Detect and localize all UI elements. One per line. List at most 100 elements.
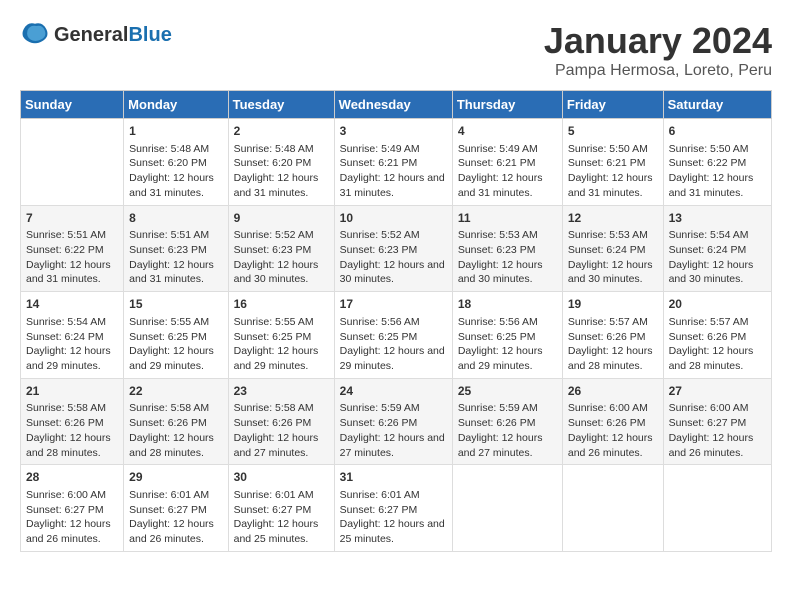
sunrise-text: Sunrise: 5:55 AM bbox=[129, 315, 222, 330]
logo-icon bbox=[20, 20, 50, 50]
calendar-cell: 11Sunrise: 5:53 AMSunset: 6:23 PMDayligh… bbox=[452, 205, 562, 292]
logo-blue: Blue bbox=[128, 24, 171, 46]
sunrise-text: Sunrise: 5:50 AM bbox=[669, 142, 766, 157]
title-block: January 2024 Pampa Hermosa, Loreto, Peru bbox=[544, 20, 772, 80]
day-number: 1 bbox=[129, 123, 222, 140]
daylight-text: Daylight: 12 hours and 26 minutes. bbox=[568, 431, 658, 460]
header-row: Sunday Monday Tuesday Wednesday Thursday… bbox=[21, 91, 772, 119]
daylight-text: Daylight: 12 hours and 30 minutes. bbox=[458, 258, 557, 287]
daylight-text: Daylight: 12 hours and 29 minutes. bbox=[234, 344, 329, 373]
day-number: 10 bbox=[340, 210, 447, 227]
col-wednesday: Wednesday bbox=[334, 91, 452, 119]
day-number: 8 bbox=[129, 210, 222, 227]
sunset-text: Sunset: 6:20 PM bbox=[234, 156, 329, 171]
calendar-cell bbox=[21, 119, 124, 206]
calendar-cell: 8Sunrise: 5:51 AMSunset: 6:23 PMDaylight… bbox=[124, 205, 228, 292]
sunset-text: Sunset: 6:27 PM bbox=[129, 503, 222, 518]
col-sunday: Sunday bbox=[21, 91, 124, 119]
col-monday: Monday bbox=[124, 91, 228, 119]
sunset-text: Sunset: 6:20 PM bbox=[129, 156, 222, 171]
daylight-text: Daylight: 12 hours and 29 minutes. bbox=[129, 344, 222, 373]
calendar-cell: 19Sunrise: 5:57 AMSunset: 6:26 PMDayligh… bbox=[562, 292, 663, 379]
day-number: 13 bbox=[669, 210, 766, 227]
sunrise-text: Sunrise: 6:00 AM bbox=[568, 401, 658, 416]
sunrise-text: Sunrise: 5:56 AM bbox=[340, 315, 447, 330]
daylight-text: Daylight: 12 hours and 31 minutes. bbox=[129, 171, 222, 200]
calendar-cell bbox=[663, 465, 771, 552]
sunrise-text: Sunrise: 5:52 AM bbox=[234, 228, 329, 243]
sunset-text: Sunset: 6:26 PM bbox=[234, 416, 329, 431]
day-number: 14 bbox=[26, 296, 118, 313]
sunrise-text: Sunrise: 6:01 AM bbox=[340, 488, 447, 503]
calendar-cell: 18Sunrise: 5:56 AMSunset: 6:25 PMDayligh… bbox=[452, 292, 562, 379]
logo-text: GeneralBlue bbox=[54, 24, 172, 47]
day-number: 24 bbox=[340, 383, 447, 400]
daylight-text: Daylight: 12 hours and 29 minutes. bbox=[26, 344, 118, 373]
calendar-cell: 13Sunrise: 5:54 AMSunset: 6:24 PMDayligh… bbox=[663, 205, 771, 292]
daylight-text: Daylight: 12 hours and 26 minutes. bbox=[669, 431, 766, 460]
calendar-cell: 1 Sunrise: 5:48 AMSunset: 6:20 PMDaylight… bbox=[124, 119, 228, 206]
daylight-text: Daylight: 12 hours and 25 minutes. bbox=[340, 517, 447, 546]
day-number: 31 bbox=[340, 469, 447, 486]
sunset-text: Sunset: 6:26 PM bbox=[458, 416, 557, 431]
daylight-text: Daylight: 12 hours and 28 minutes. bbox=[568, 344, 658, 373]
calendar-week-row: 14Sunrise: 5:54 AMSunset: 6:24 PMDayligh… bbox=[21, 292, 772, 379]
sunrise-text: Sunrise: 5:59 AM bbox=[340, 401, 447, 416]
day-number: 16 bbox=[234, 296, 329, 313]
day-number: 17 bbox=[340, 296, 447, 313]
calendar-cell: 12Sunrise: 5:53 AMSunset: 6:24 PMDayligh… bbox=[562, 205, 663, 292]
sunrise-text: Sunrise: 5:48 AM bbox=[129, 142, 222, 157]
daylight-text: Daylight: 12 hours and 28 minutes. bbox=[129, 431, 222, 460]
sunrise-text: Sunrise: 5:59 AM bbox=[458, 401, 557, 416]
sunrise-text: Sunrise: 5:58 AM bbox=[129, 401, 222, 416]
daylight-text: Daylight: 12 hours and 31 minutes. bbox=[129, 258, 222, 287]
sunrise-text: Sunrise: 5:52 AM bbox=[340, 228, 447, 243]
day-number: 9 bbox=[234, 210, 329, 227]
calendar-cell: 24Sunrise: 5:59 AMSunset: 6:26 PMDayligh… bbox=[334, 378, 452, 465]
calendar-cell: 20Sunrise: 5:57 AMSunset: 6:26 PMDayligh… bbox=[663, 292, 771, 379]
sunrise-text: Sunrise: 5:54 AM bbox=[669, 228, 766, 243]
logo: GeneralBlue bbox=[20, 20, 172, 50]
daylight-text: Daylight: 12 hours and 28 minutes. bbox=[26, 431, 118, 460]
calendar-cell: 25Sunrise: 5:59 AMSunset: 6:26 PMDayligh… bbox=[452, 378, 562, 465]
daylight-text: Daylight: 12 hours and 26 minutes. bbox=[129, 517, 222, 546]
calendar-cell: 16Sunrise: 5:55 AMSunset: 6:25 PMDayligh… bbox=[228, 292, 334, 379]
calendar-cell: 28Sunrise: 6:00 AMSunset: 6:27 PMDayligh… bbox=[21, 465, 124, 552]
calendar-cell: 15Sunrise: 5:55 AMSunset: 6:25 PMDayligh… bbox=[124, 292, 228, 379]
sunset-text: Sunset: 6:27 PM bbox=[26, 503, 118, 518]
day-number: 5 bbox=[568, 123, 658, 140]
daylight-text: Daylight: 12 hours and 29 minutes. bbox=[340, 344, 447, 373]
day-number: 26 bbox=[568, 383, 658, 400]
sunset-text: Sunset: 6:21 PM bbox=[568, 156, 658, 171]
sunset-text: Sunset: 6:26 PM bbox=[568, 416, 658, 431]
sunrise-text: Sunrise: 6:01 AM bbox=[129, 488, 222, 503]
daylight-text: Daylight: 12 hours and 27 minutes. bbox=[340, 431, 447, 460]
daylight-text: Daylight: 12 hours and 25 minutes. bbox=[234, 517, 329, 546]
col-tuesday: Tuesday bbox=[228, 91, 334, 119]
sunset-text: Sunset: 6:22 PM bbox=[669, 156, 766, 171]
location-title: Pampa Hermosa, Loreto, Peru bbox=[544, 62, 772, 80]
sunset-text: Sunset: 6:27 PM bbox=[340, 503, 447, 518]
page-header: GeneralBlue January 2024 Pampa Hermosa, … bbox=[20, 20, 772, 80]
calendar-cell: 17Sunrise: 5:56 AMSunset: 6:25 PMDayligh… bbox=[334, 292, 452, 379]
col-saturday: Saturday bbox=[663, 91, 771, 119]
sunset-text: Sunset: 6:23 PM bbox=[234, 243, 329, 258]
sunset-text: Sunset: 6:26 PM bbox=[568, 330, 658, 345]
calendar-week-row: 28Sunrise: 6:00 AMSunset: 6:27 PMDayligh… bbox=[21, 465, 772, 552]
day-number: 30 bbox=[234, 469, 329, 486]
sunrise-text: Sunrise: 5:57 AM bbox=[669, 315, 766, 330]
calendar-cell: 4Sunrise: 5:49 AMSunset: 6:21 PMDaylight… bbox=[452, 119, 562, 206]
calendar-week-row: 1Sunrise: 5:48 AMSunset: 6:20 PMDaylight… bbox=[21, 119, 772, 206]
day-number: 3 bbox=[340, 123, 447, 140]
sunrise-text: Sunrise: 5:54 AM bbox=[26, 315, 118, 330]
day-number: 29 bbox=[129, 469, 222, 486]
sunset-text: Sunset: 6:23 PM bbox=[340, 243, 447, 258]
daylight-text: Daylight: 12 hours and 29 minutes. bbox=[458, 344, 557, 373]
daylight-text: Daylight: 12 hours and 27 minutes. bbox=[234, 431, 329, 460]
calendar-cell: 7Sunrise: 5:51 AMSunset: 6:22 PMDaylight… bbox=[21, 205, 124, 292]
sunrise-text: Sunrise: 5:53 AM bbox=[458, 228, 557, 243]
sunset-text: Sunset: 6:21 PM bbox=[340, 156, 447, 171]
calendar-cell: 6Sunrise: 5:50 AMSunset: 6:22 PMDaylight… bbox=[663, 119, 771, 206]
month-title: January 2024 bbox=[544, 20, 772, 62]
sunset-text: Sunset: 6:23 PM bbox=[129, 243, 222, 258]
